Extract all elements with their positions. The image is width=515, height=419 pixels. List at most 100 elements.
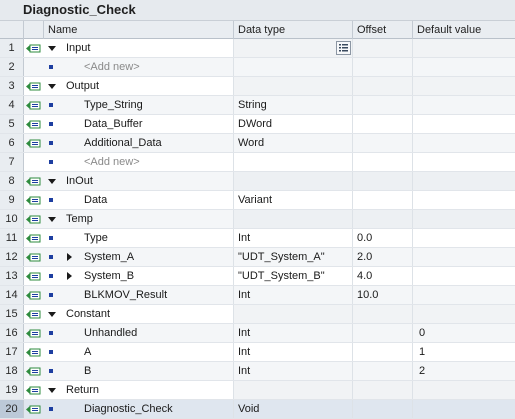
data-type-cell[interactable]: "UDT_System_A"	[234, 248, 353, 266]
default-value-cell[interactable]: 0	[413, 324, 515, 342]
table-row[interactable]: 17 A Int 1	[0, 343, 515, 362]
row-number[interactable]: 16	[0, 324, 24, 342]
collapsed-caret-icon[interactable]	[67, 253, 72, 261]
row-number[interactable]: 7	[0, 153, 24, 171]
default-value-cell[interactable]	[413, 58, 515, 76]
variable-name[interactable]: Diagnostic_Check	[44, 400, 234, 418]
variable-name[interactable]: Additional_Data	[44, 134, 234, 152]
table-row[interactable]: 1 Input	[0, 39, 515, 58]
row-number[interactable]: 14	[0, 286, 24, 304]
table-row[interactable]: 20 Diagnostic_Check Void	[0, 400, 515, 419]
data-type-cell[interactable]	[234, 210, 353, 228]
add-new-entry[interactable]: <Add new>	[44, 58, 234, 76]
default-value-cell[interactable]	[413, 229, 515, 247]
section-name[interactable]: Input	[44, 39, 234, 57]
row-number[interactable]: 20	[0, 400, 24, 418]
add-new-entry[interactable]: <Add new>	[44, 153, 234, 171]
section-name[interactable]: Return	[44, 381, 234, 399]
row-number[interactable]: 5	[0, 115, 24, 133]
data-type-cell[interactable]	[234, 153, 353, 171]
variable-name[interactable]: B	[44, 362, 234, 380]
default-value-cell[interactable]	[413, 248, 515, 266]
row-number[interactable]: 1	[0, 39, 24, 57]
table-row[interactable]: 3 Output	[0, 77, 515, 96]
row-number[interactable]: 4	[0, 96, 24, 114]
collapsed-caret-icon[interactable]	[67, 272, 72, 280]
default-value-cell[interactable]	[413, 286, 515, 304]
row-number[interactable]: 13	[0, 267, 24, 285]
section-name[interactable]: Temp	[44, 210, 234, 228]
variable-name[interactable]: Unhandled	[44, 324, 234, 342]
default-value-cell[interactable]	[413, 96, 515, 114]
default-value-cell[interactable]	[413, 267, 515, 285]
default-value-cell[interactable]: 2	[413, 362, 515, 380]
table-row[interactable]: 13 System_B "UDT_System_B" 4.0	[0, 267, 515, 286]
default-value-cell[interactable]	[413, 305, 515, 323]
row-number[interactable]: 9	[0, 191, 24, 209]
default-value-cell[interactable]	[413, 381, 515, 399]
row-number[interactable]: 10	[0, 210, 24, 228]
header-data-type[interactable]: Data type	[234, 21, 353, 39]
section-name[interactable]: Output	[44, 77, 234, 95]
header-offset[interactable]: Offset	[353, 21, 413, 39]
table-row[interactable]: 2 <Add new>	[0, 58, 515, 77]
variable-name[interactable]: BLKMOV_Result	[44, 286, 234, 304]
data-type-cell[interactable]	[234, 58, 353, 76]
row-number[interactable]: 2	[0, 58, 24, 76]
default-value-cell[interactable]	[413, 77, 515, 95]
table-row[interactable]: 14 BLKMOV_Result Int 10.0	[0, 286, 515, 305]
header-name[interactable]: Name	[44, 21, 234, 39]
data-type-cell[interactable]	[234, 172, 353, 190]
default-value-cell[interactable]	[413, 39, 515, 57]
table-row[interactable]: 16 Unhandled Int 0	[0, 324, 515, 343]
data-type-cell[interactable]	[234, 305, 353, 323]
row-number[interactable]: 17	[0, 343, 24, 361]
row-number[interactable]: 12	[0, 248, 24, 266]
row-number[interactable]: 19	[0, 381, 24, 399]
variable-name[interactable]: Data	[44, 191, 234, 209]
table-row[interactable]: 9 Data Variant	[0, 191, 515, 210]
header-default-value[interactable]: Default value	[413, 21, 515, 39]
default-value-cell[interactable]	[413, 115, 515, 133]
row-number[interactable]: 15	[0, 305, 24, 323]
data-type-cell[interactable]: DWord	[234, 115, 353, 133]
data-type-cell[interactable]: Int	[234, 362, 353, 380]
row-number[interactable]: 11	[0, 229, 24, 247]
table-row[interactable]: 8 InOut	[0, 172, 515, 191]
variable-name[interactable]: A	[44, 343, 234, 361]
variable-name[interactable]: System_B	[44, 267, 234, 285]
data-type-cell[interactable]: Variant	[234, 191, 353, 209]
default-value-cell[interactable]	[413, 191, 515, 209]
data-type-cell[interactable]	[234, 77, 353, 95]
section-name[interactable]: InOut	[44, 172, 234, 190]
default-value-cell[interactable]	[413, 400, 515, 418]
row-number[interactable]: 18	[0, 362, 24, 380]
data-type-cell[interactable]: Void	[234, 400, 353, 418]
data-type-cell[interactable]: Int	[234, 324, 353, 342]
table-row[interactable]: 18 B Int 2	[0, 362, 515, 381]
variable-name[interactable]: Type_String	[44, 96, 234, 114]
row-number[interactable]: 8	[0, 172, 24, 190]
row-number[interactable]: 6	[0, 134, 24, 152]
table-row[interactable]: 10 Temp	[0, 210, 515, 229]
data-type-cell[interactable]: Int	[234, 343, 353, 361]
default-value-cell[interactable]: 1	[413, 343, 515, 361]
table-row[interactable]: 7 <Add new>	[0, 153, 515, 172]
table-row[interactable]: 6 Additional_Data Word	[0, 134, 515, 153]
table-row[interactable]: 4 Type_String String	[0, 96, 515, 115]
data-type-cell[interactable]: Int	[234, 229, 353, 247]
data-type-cell[interactable]: Word	[234, 134, 353, 152]
table-row[interactable]: 5 Data_Buffer DWord	[0, 115, 515, 134]
table-row[interactable]: 12 System_A "UDT_System_A" 2.0	[0, 248, 515, 267]
data-type-cell[interactable]: String	[234, 96, 353, 114]
variable-name[interactable]: Data_Buffer	[44, 115, 234, 133]
section-name[interactable]: Constant	[44, 305, 234, 323]
default-value-cell[interactable]	[413, 134, 515, 152]
edit-list-icon[interactable]	[336, 41, 351, 55]
default-value-cell[interactable]	[413, 210, 515, 228]
data-type-cell[interactable]: "UDT_System_B"	[234, 267, 353, 285]
variable-name[interactable]: Type	[44, 229, 234, 247]
variable-name[interactable]: System_A	[44, 248, 234, 266]
table-row[interactable]: 15 Constant	[0, 305, 515, 324]
table-row[interactable]: 11 Type Int 0.0	[0, 229, 515, 248]
